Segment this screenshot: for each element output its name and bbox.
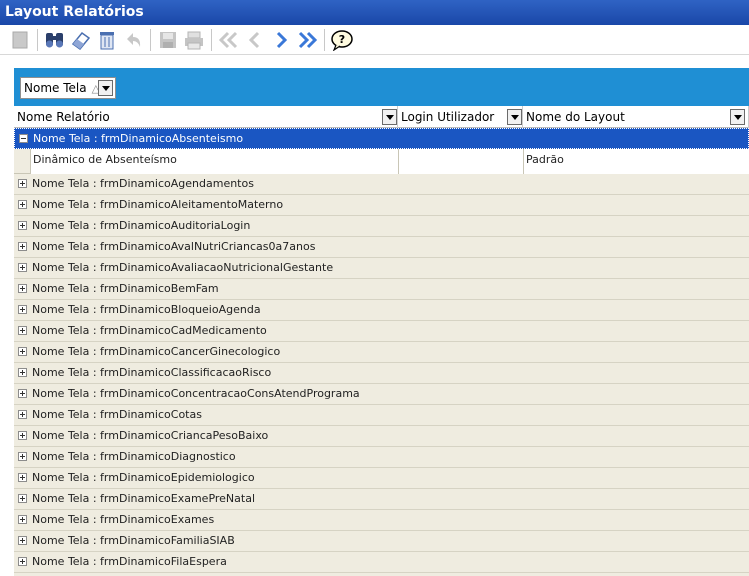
expand-icon[interactable]: [18, 347, 27, 356]
group-by-label: Nome Tela: [24, 81, 87, 95]
column-label: Nome Relatório: [17, 110, 110, 124]
report-layout-grid: Nome Tela : frmDinamicoAbsenteismo Dinâmi…: [14, 128, 749, 576]
previous-record-icon[interactable]: [243, 28, 267, 52]
expand-icon[interactable]: [18, 368, 27, 377]
print-icon[interactable]: [182, 28, 206, 52]
expand-icon[interactable]: [18, 536, 27, 545]
expand-icon[interactable]: [18, 179, 27, 188]
delete-trash-icon[interactable]: [95, 28, 119, 52]
group-row[interactable]: Nome Tela : frmDinamicoClassificacaoRisc…: [14, 363, 749, 384]
group-row-label: Nome Tela : frmDinamicoAvalNutriCriancas…: [32, 240, 316, 253]
group-row[interactable]: Nome Tela : frmDinamicoAgendamentos: [14, 174, 749, 195]
save-icon[interactable]: [156, 28, 180, 52]
svg-text:?: ?: [339, 33, 345, 46]
group-row-label: Nome Tela : frmDinamicoAbsenteismo: [33, 132, 244, 145]
group-row-label: Nome Tela : frmDinamicoAuditoriaLogin: [32, 219, 251, 232]
column-login-utilizador[interactable]: Login Utilizador: [398, 106, 523, 128]
help-icon[interactable]: ?: [330, 28, 354, 52]
expand-icon[interactable]: [18, 452, 27, 461]
cell-nome-relatorio[interactable]: Dinâmico de Absenteísmo: [31, 149, 399, 174]
column-nome-layout[interactable]: Nome do Layout: [523, 106, 749, 128]
find-binoculars-icon[interactable]: [43, 28, 67, 52]
group-row-label: Nome Tela : frmDinamicoBloqueioAgenda: [32, 303, 261, 316]
expand-icon[interactable]: [18, 389, 27, 398]
group-row[interactable]: Nome Tela : frmDinamicoCadMedicamento: [14, 321, 749, 342]
table-row-cells: Dinâmico de Absenteísmo Padrão: [30, 149, 749, 174]
expand-icon[interactable]: [18, 494, 27, 503]
column-header: Nome Relatório Login Utilizador Nome do …: [14, 106, 749, 128]
table-row[interactable]: Dinâmico de Absenteísmo Padrão: [14, 149, 749, 174]
column-nome-relatorio[interactable]: Nome Relatório: [14, 106, 398, 128]
group-row[interactable]: Nome Tela : frmDinamicoBemFam: [14, 279, 749, 300]
group-row-label: Nome Tela : frmDinamicoAvaliacaoNutricio…: [32, 261, 334, 274]
toolbar: ?: [0, 25, 749, 55]
expand-icon[interactable]: [18, 431, 27, 440]
group-row[interactable]: Nome Tela : frmDinamicoAuditoriaLogin: [14, 216, 749, 237]
group-row[interactable]: Nome Tela : frmDinamicoAvaliacaoNutricio…: [14, 258, 749, 279]
toolbar-separator: [150, 28, 151, 51]
group-row-label: Nome Tela : frmDinamicoDiagnostico: [32, 450, 236, 463]
toolbar-separator: [37, 28, 38, 51]
eraser-icon[interactable]: [69, 28, 93, 52]
group-by-chip[interactable]: Nome Tela △: [20, 77, 116, 99]
group-row[interactable]: Nome Tela : frmDinamicoAleitamentoMatern…: [14, 195, 749, 216]
group-row[interactable]: Nome Tela : frmDinamicoExames: [14, 510, 749, 531]
group-row-label: Nome Tela : frmDinamicoClassificacaoRisc…: [32, 366, 272, 379]
group-row-label: Nome Tela : frmDinamicoAgendamentos: [32, 177, 254, 190]
expand-icon[interactable]: [18, 326, 27, 335]
expand-icon[interactable]: [18, 200, 27, 209]
group-row-label: Nome Tela : frmDinamicoCancerGinecologic…: [32, 345, 281, 358]
window-title: Layout Relatórios: [0, 0, 749, 25]
group-row[interactable]: Nome Tela : frmDinamicoExamePreNatal: [14, 489, 749, 510]
group-row-label: Nome Tela : frmDinamicoBemFam: [32, 282, 219, 295]
expand-icon[interactable]: [18, 473, 27, 482]
cell-nome-layout[interactable]: Padrão: [524, 149, 749, 174]
group-row[interactable]: Nome Tela : frmDinamicoAbsenteismo: [14, 128, 749, 149]
group-row-label: Nome Tela : frmDinamicoCotas: [32, 408, 202, 421]
group-row[interactable]: Nome Tela : frmDinamicoFilaEspera: [14, 552, 749, 573]
group-row-label: Nome Tela : frmDinamicoFilaEspera: [32, 555, 227, 568]
column-nome-layout-dropdown[interactable]: [730, 109, 745, 125]
column-login-utilizador-dropdown[interactable]: [507, 109, 522, 125]
column-label: Login Utilizador: [401, 110, 495, 124]
group-row-label: Nome Tela : frmDinamicoCadMedicamento: [32, 324, 267, 337]
group-row[interactable]: Nome Tela : frmDinamicoConcentracaoConsA…: [14, 384, 749, 405]
group-row-label: Nome Tela : frmDinamicoExamePreNatal: [32, 492, 256, 505]
last-record-icon[interactable]: [295, 28, 319, 52]
group-row[interactable]: Nome Tela : frmDinamicoDiagnostico: [14, 447, 749, 468]
group-row-label: Nome Tela : frmDinamicoExames: [32, 513, 215, 526]
expand-icon[interactable]: [18, 221, 27, 230]
collapse-icon[interactable]: [19, 134, 28, 143]
new-icon[interactable]: [8, 28, 32, 52]
toolbar-separator: [324, 28, 325, 51]
expand-icon[interactable]: [18, 242, 27, 251]
expand-icon[interactable]: [18, 284, 27, 293]
column-label: Nome do Layout: [526, 110, 625, 124]
group-by-panel: Nome Tela △: [14, 68, 749, 106]
group-row-label: Nome Tela : frmDinamicoConcentracaoConsA…: [32, 387, 360, 400]
column-nome-relatorio-dropdown[interactable]: [382, 109, 397, 125]
group-row[interactable]: Nome Tela : frmDinamicoCriancaPesoBaixo: [14, 426, 749, 447]
expand-icon[interactable]: [18, 410, 27, 419]
group-row-label: Nome Tela : frmDinamicoEpidemiologico: [32, 471, 255, 484]
group-dropdown-button[interactable]: [98, 80, 113, 96]
group-row[interactable]: Nome Tela : frmDinamicoAvalNutriCriancas…: [14, 237, 749, 258]
group-row[interactable]: Nome Tela : frmDinamicoCotas: [14, 405, 749, 426]
group-row[interactable]: Nome Tela : frmDinamicoEpidemiologico: [14, 468, 749, 489]
first-record-icon[interactable]: [217, 28, 241, 52]
cell-login-utilizador[interactable]: [399, 149, 524, 174]
expand-icon[interactable]: [18, 557, 27, 566]
group-row[interactable]: Nome Tela : frmDinamicoCancerGinecologic…: [14, 342, 749, 363]
expand-icon[interactable]: [18, 263, 27, 272]
expand-icon[interactable]: [18, 515, 27, 524]
group-row[interactable]: Nome Tela : frmDinamicoBloqueioAgenda: [14, 300, 749, 321]
group-row-label: Nome Tela : frmDinamicoFamiliaSIAB: [32, 534, 235, 547]
group-row-label: Nome Tela : frmDinamicoAleitamentoMatern…: [32, 198, 284, 211]
expand-icon[interactable]: [18, 305, 27, 314]
group-row-label: Nome Tela : frmDinamicoCriancaPesoBaixo: [32, 429, 269, 442]
undo-icon[interactable]: [121, 28, 145, 52]
group-row[interactable]: Nome Tela : frmDinamicoFamiliaSIAB: [14, 531, 749, 552]
toolbar-separator: [211, 28, 212, 51]
next-record-icon[interactable]: [269, 28, 293, 52]
